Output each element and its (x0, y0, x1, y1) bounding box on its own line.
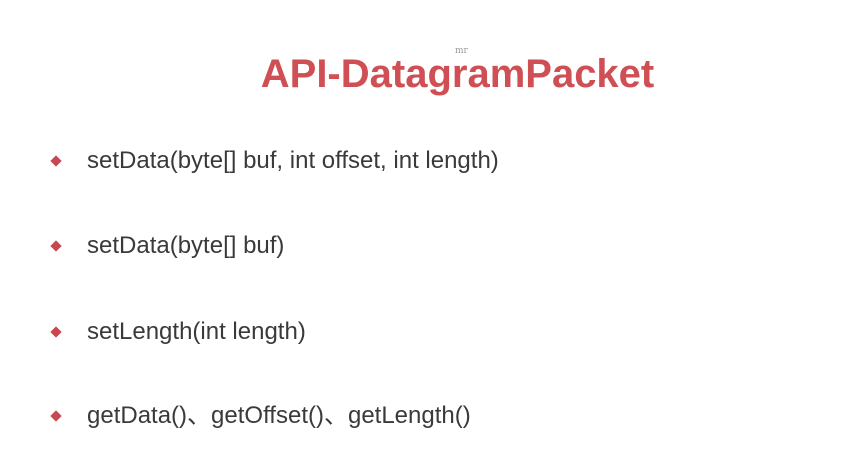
list-item-text: setData(byte[] buf) (87, 232, 285, 259)
slide: mr API-DatagramPacket setData(byte[] buf… (0, 0, 861, 474)
list-item-text: setLength(int length) (87, 318, 306, 345)
list-item: setData(byte[] buf) (50, 229, 284, 263)
diamond-bullet-icon (50, 410, 62, 422)
list-item-text: getData()、getOffset()、getLength() (87, 402, 471, 429)
slide-title: API-DatagramPacket (260, 52, 655, 96)
diamond-bullet-icon (50, 155, 62, 167)
list-item: setLength(int length) (50, 315, 306, 349)
list-item: getData()、getOffset()、getLength() (50, 399, 471, 433)
list-item-text: setData(byte[] buf, int offset, int leng… (87, 147, 499, 174)
diamond-bullet-icon (50, 326, 62, 338)
list-item: setData(byte[] buf, int offset, int leng… (50, 144, 499, 178)
diamond-bullet-icon (50, 240, 62, 252)
